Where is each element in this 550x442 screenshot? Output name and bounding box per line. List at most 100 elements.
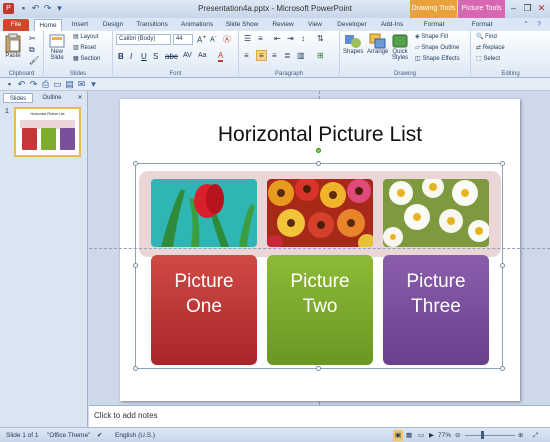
bold-icon[interactable]: B (118, 52, 124, 61)
smartart-icon[interactable]: ⊞ (317, 51, 324, 60)
tab-transitions[interactable]: Transitions (131, 19, 173, 31)
font-color-icon[interactable]: A (218, 52, 224, 62)
change-case-icon[interactable]: Aa (198, 52, 207, 59)
tab-insert[interactable]: Insert (66, 19, 94, 31)
resize-handle[interactable] (500, 161, 505, 166)
shrink-font-icon[interactable]: A- (210, 34, 217, 43)
font-name-box[interactable]: Calibri (Body) (116, 34, 171, 45)
strikethrough-icon[interactable]: abc (165, 52, 178, 61)
tab-format-drawing[interactable]: Format (413, 19, 455, 31)
replace-button[interactable]: ⇄ Replace (476, 44, 505, 51)
zoom-level[interactable]: 77% (438, 430, 451, 441)
thumb-card-2 (41, 128, 56, 150)
minimize-icon[interactable]: – (507, 2, 520, 14)
tab-format-picture[interactable]: Format (461, 19, 503, 31)
help-icon[interactable]: ? (534, 19, 544, 31)
customize-icon[interactable]: ▾ (88, 79, 99, 90)
undo-icon[interactable]: ↶ (16, 79, 27, 90)
rotate-handle[interactable] (316, 148, 321, 153)
shapes-button[interactable]: Shapes (343, 33, 363, 55)
shape-outline-button[interactable]: ▱ Shape Outline (415, 44, 459, 51)
resize-handle[interactable] (133, 161, 138, 166)
shape-effects-button[interactable]: ◫ Shape Effects (415, 55, 460, 62)
section-button[interactable]: ▦ Section (73, 55, 100, 62)
slide-title[interactable]: Horizontal Picture List (120, 123, 520, 147)
resize-handle[interactable] (500, 366, 505, 371)
increase-indent-icon[interactable]: ⇥ (287, 34, 294, 43)
fit-to-window-icon[interactable]: ⤢ (533, 430, 538, 441)
new-slide-button[interactable]: New Slide (48, 33, 66, 61)
open-icon[interactable]: ▤ (64, 79, 75, 90)
language[interactable]: English (U.S.) (115, 430, 155, 441)
tab-add-ins[interactable]: Add-Ins (376, 19, 408, 31)
resize-handle[interactable] (133, 263, 138, 268)
email-icon[interactable]: ✉ (76, 79, 87, 90)
tab-home[interactable]: Home (34, 19, 62, 31)
columns-icon[interactable]: ▥ (297, 51, 305, 60)
slide-sorter-icon[interactable]: ▦ (406, 430, 412, 441)
tab-animations[interactable]: Animations (176, 19, 218, 31)
quick-styles-button[interactable]: Quick Styles (391, 33, 409, 61)
grow-font-icon[interactable]: A+ (197, 34, 206, 45)
resize-handle[interactable] (500, 263, 505, 268)
tab-file[interactable]: File (3, 19, 29, 31)
print-icon[interactable]: ⎙ (40, 79, 51, 90)
zoom-out-icon[interactable]: ⊖ (455, 430, 460, 441)
zoom-slider-thumb[interactable] (481, 431, 484, 439)
clear-formatting-icon[interactable]: Ⓐ (223, 34, 231, 45)
arrange-button[interactable]: Arrange (367, 33, 388, 55)
reset-button[interactable]: ▥ Reset (73, 44, 96, 51)
layout-button[interactable]: ▤ Layout (73, 33, 98, 40)
italic-icon[interactable]: I (130, 52, 132, 61)
save-icon[interactable]: ▪ (4, 79, 15, 90)
close-pane-icon[interactable]: ✕ (76, 93, 84, 103)
notes-pane[interactable]: Click to add notes (89, 405, 550, 427)
redo-icon[interactable]: ↷ (28, 79, 39, 90)
numbering-icon[interactable]: ≡ (258, 34, 263, 43)
layout-label: Layout (80, 34, 99, 40)
tab-slides[interactable]: Slides (3, 93, 33, 103)
zoom-in-icon[interactable]: ⊕ (518, 430, 523, 441)
shadow-icon[interactable]: S (153, 52, 158, 61)
character-spacing-icon[interactable]: AV (183, 52, 192, 59)
minimize-ribbon-icon[interactable]: ⌃ (521, 19, 531, 31)
tab-developer[interactable]: Developer (332, 19, 372, 31)
text-direction-icon[interactable]: ⇅ (317, 34, 324, 43)
bullets-icon[interactable]: ☰ (244, 34, 251, 43)
slide-canvas[interactable]: Horizontal Picture List Picture One Pict… (120, 99, 520, 401)
paste-button[interactable]: Paste (4, 33, 22, 59)
reading-view-icon[interactable]: ▭ (418, 430, 424, 441)
tab-review[interactable]: Review (268, 19, 298, 31)
decrease-indent-icon[interactable]: ⇤ (274, 34, 281, 43)
resize-handle[interactable] (133, 366, 138, 371)
underline-icon[interactable]: U (141, 52, 147, 61)
align-right-icon[interactable]: ≡ (272, 51, 277, 60)
find-button[interactable]: 🔍 Find (476, 33, 497, 40)
font-size-box[interactable]: 44 (173, 34, 193, 45)
close-icon[interactable]: ✕ (535, 2, 548, 14)
theme-name[interactable]: "Office Theme" (47, 430, 90, 441)
line-spacing-icon[interactable]: ↕ (301, 34, 305, 43)
justify-icon[interactable]: ≣ (284, 51, 291, 60)
resize-handle[interactable] (316, 366, 321, 371)
align-center-icon[interactable]: ≡ (256, 50, 267, 61)
tab-design[interactable]: Design (98, 19, 128, 31)
tab-outline[interactable]: Outline (35, 93, 69, 103)
restore-icon[interactable]: ❐ (521, 2, 534, 14)
copy-icon[interactable]: ⧉ (29, 45, 35, 55)
select-button[interactable]: ⬚ Select (476, 55, 500, 62)
preview-icon[interactable]: ▭ (52, 79, 63, 90)
slide-thumbnail[interactable]: Horizontal Picture List (14, 107, 81, 157)
tab-slide-show[interactable]: Slide Show (222, 19, 262, 31)
align-left-icon[interactable]: ≡ (244, 51, 249, 60)
normal-view-icon[interactable]: ▣ (393, 430, 404, 441)
cut-icon[interactable]: ✂ (29, 34, 36, 43)
spelling-icon[interactable]: ✔ (97, 430, 102, 441)
resize-handle[interactable] (316, 161, 321, 166)
slideshow-view-icon[interactable]: ▶ (429, 430, 434, 441)
tab-view[interactable]: View (302, 19, 328, 31)
horizontal-guide[interactable] (89, 248, 550, 249)
format-painter-icon[interactable]: 🖌 (29, 56, 39, 65)
shape-fill-button[interactable]: ◈ Shape Fill (415, 33, 448, 40)
zoom-slider-track[interactable] (465, 435, 515, 436)
